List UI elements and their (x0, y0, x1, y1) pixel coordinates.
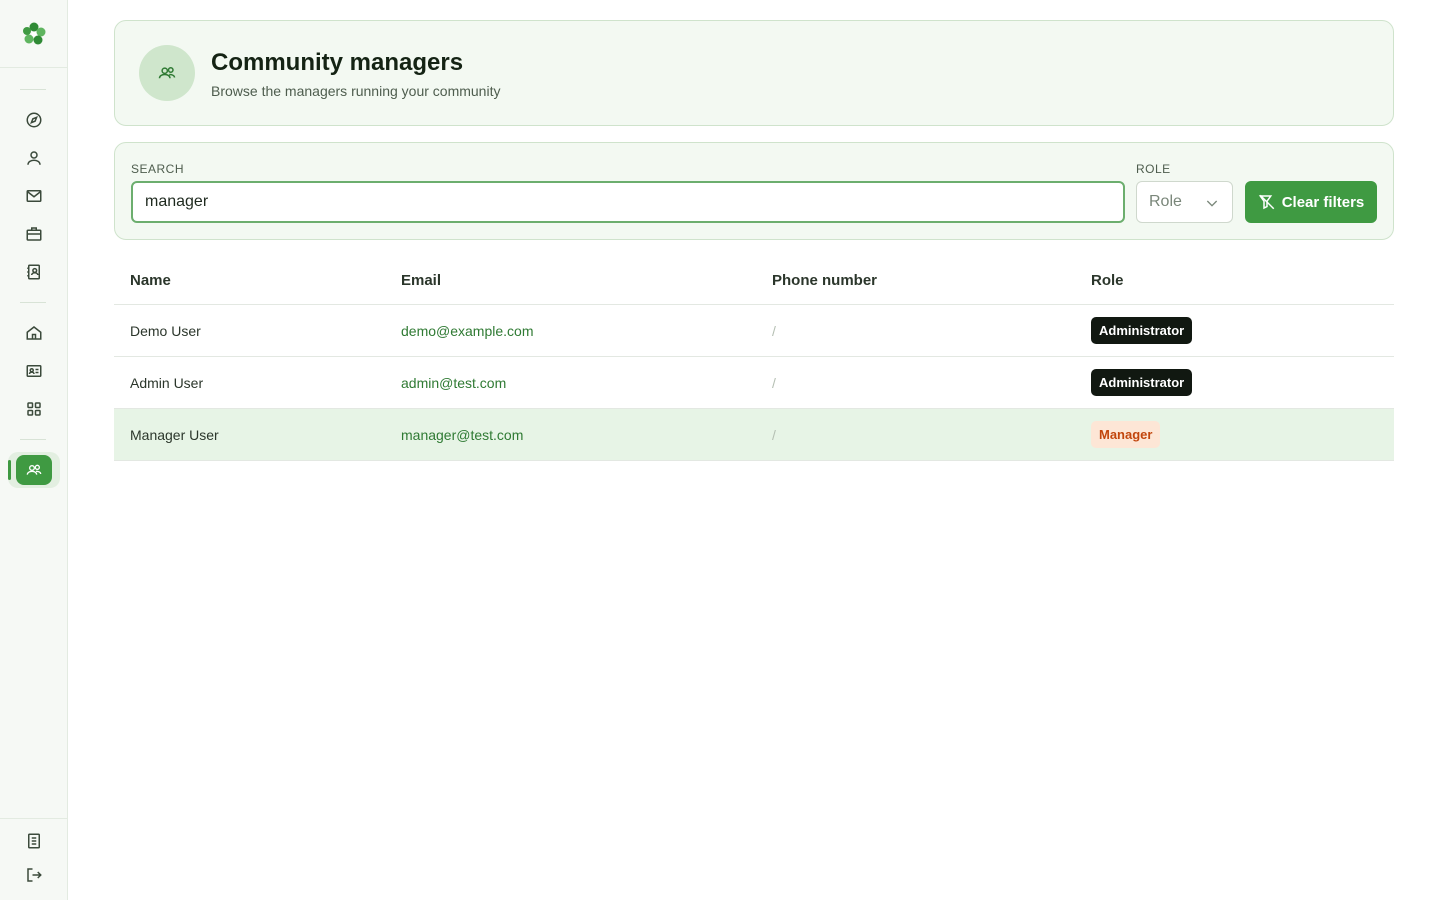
contact-book-icon (27, 264, 40, 280)
sidebar-divider (20, 439, 46, 440)
role-badge: Manager (1091, 421, 1161, 448)
row-email-link[interactable]: manager@test.com (401, 427, 523, 443)
briefcase-icon (26, 227, 42, 241)
header-avatar (139, 45, 195, 101)
sidebar-item-profile[interactable] (16, 142, 52, 174)
clear-filters-label: Clear filters (1281, 193, 1365, 211)
filter-panel: SEARCH ROLE Role Clear filters (114, 142, 1394, 240)
column-header-name[interactable]: Name (130, 272, 171, 289)
sidebar-item-messages[interactable] (16, 180, 52, 212)
sidebar-footer (0, 818, 68, 900)
role-select-value: Role (1149, 193, 1182, 210)
row-phone: / (772, 427, 776, 443)
clover-logo-icon (23, 22, 46, 44)
logo[interactable] (0, 0, 68, 68)
table-header: Name Email Phone number Role (114, 256, 1394, 305)
table-row[interactable]: Manager User manager@test.com / Manager (114, 409, 1394, 461)
sidebar-item-home[interactable] (16, 317, 52, 349)
sidebar-item-logout[interactable] (16, 859, 52, 891)
row-name: Manager User (130, 427, 219, 443)
row-email-link[interactable]: demo@example.com (401, 323, 534, 339)
role-select[interactable]: Role (1136, 181, 1233, 223)
sidebar-item-cards[interactable] (16, 355, 52, 387)
sidebar-active-indicator (8, 460, 11, 480)
column-header-email[interactable]: Email (401, 272, 441, 289)
search-label: SEARCH (131, 162, 185, 176)
row-name: Demo User (130, 323, 201, 339)
chevron-down-icon (1206, 200, 1218, 207)
sidebar-item-apps[interactable] (16, 393, 52, 425)
search-input[interactable] (131, 181, 1125, 223)
sidebar-item-jobs[interactable] (16, 218, 52, 250)
column-header-phone[interactable]: Phone number (772, 272, 877, 289)
logout-icon (27, 868, 42, 882)
grid-icon (27, 402, 41, 416)
row-phone: / (772, 375, 776, 391)
id-card-icon (26, 365, 42, 377)
sidebar-item-community-managers[interactable] (16, 455, 52, 485)
page-header: Community managers Browse the managers r… (114, 20, 1394, 126)
role-label: ROLE (1136, 162, 1171, 176)
home-icon (26, 326, 42, 340)
mail-icon (26, 190, 42, 202)
role-badge: Administrator (1091, 369, 1193, 396)
users-icon (158, 67, 176, 79)
sidebar-divider (20, 89, 46, 90)
role-badge: Administrator (1091, 317, 1193, 344)
managers-table: Name Email Phone number Role Demo User d… (114, 256, 1394, 461)
sidebar-item-documents[interactable] (16, 825, 52, 857)
table-row[interactable]: Demo User demo@example.com / Administrat… (114, 305, 1394, 357)
sidebar-item-contacts[interactable] (16, 256, 52, 288)
sidebar (0, 0, 68, 900)
page-subtitle: Browse the managers running your communi… (211, 83, 501, 99)
sidebar-divider (20, 302, 46, 303)
page-title: Community managers (211, 49, 464, 76)
row-name: Admin User (130, 375, 204, 391)
row-phone: / (772, 323, 776, 339)
document-icon (28, 833, 40, 849)
clear-filters-button[interactable]: Clear filters (1245, 181, 1377, 223)
users-icon (26, 464, 42, 475)
column-header-role[interactable]: Role (1091, 272, 1124, 289)
row-email-link[interactable]: admin@test.com (401, 375, 506, 391)
compass-icon (26, 112, 42, 128)
filter-clear-icon (1258, 194, 1274, 210)
sidebar-item-explore[interactable] (16, 104, 52, 136)
table-row[interactable]: Admin User admin@test.com / Administrato… (114, 357, 1394, 409)
user-icon (27, 151, 41, 165)
